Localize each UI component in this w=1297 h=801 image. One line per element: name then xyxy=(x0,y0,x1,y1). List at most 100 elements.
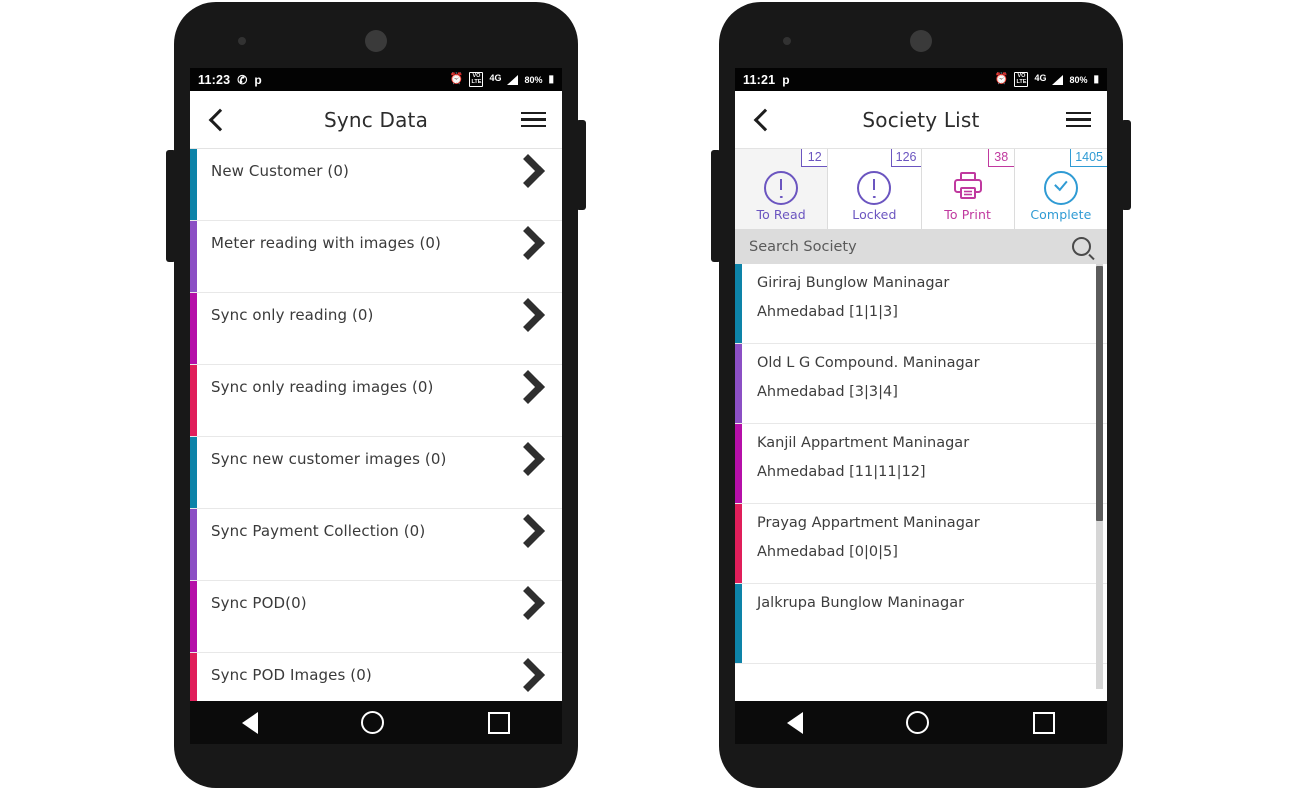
society-list-item[interactable]: Old L G Compound. Maninagar Ahmedabad [3|… xyxy=(735,344,1107,424)
signal-icon xyxy=(507,74,519,85)
volte-icon: VO LTE xyxy=(1014,72,1029,87)
society-location-counts: Ahmedabad [0|0|5] xyxy=(757,544,898,560)
row-accent-bar xyxy=(735,264,742,343)
status-bar-left: 11:23 ✆ р ⏰ VO LTE 4G 80% ▮ xyxy=(190,68,562,91)
status-time: 11:21 xyxy=(743,72,776,87)
tab-to-read[interactable]: 12 To Read xyxy=(735,149,829,229)
tab-label: Locked xyxy=(852,207,897,222)
paytm-icon: р xyxy=(782,72,790,87)
chevron-right-icon[interactable] xyxy=(511,370,545,404)
screen-left: 11:23 ✆ р ⏰ VO LTE 4G 80% ▮ Sync Data Ne… xyxy=(190,68,562,723)
page-title: Society List xyxy=(862,107,980,132)
society-name: Old L G Compound. Maninagar xyxy=(757,355,980,371)
signal-icon xyxy=(1052,74,1064,85)
chevron-right-icon[interactable] xyxy=(511,586,545,620)
screen-right: 11:21 р ⏰ VO LTE 4G 80% ▮ Society List 1… xyxy=(735,68,1107,723)
chevron-right-icon[interactable] xyxy=(511,658,545,692)
row-accent-bar xyxy=(735,424,742,503)
network-type-label: 4G xyxy=(489,72,502,83)
tab-count-badge: 38 xyxy=(987,149,1014,167)
tab-label: Complete xyxy=(1030,207,1092,222)
row-accent-bar xyxy=(735,584,742,663)
society-list-item[interactable]: Giriraj Bunglow Maninagar Ahmedabad [1|1|… xyxy=(735,264,1107,344)
earpiece-camera xyxy=(910,30,932,52)
tab-count-badge: 126 xyxy=(890,149,921,167)
sync-data-list[interactable]: New Customer (0) Meter reading with image… xyxy=(190,149,562,723)
society-list[interactable]: Giriraj Bunglow Maninagar Ahmedabad [1|1|… xyxy=(735,264,1107,689)
society-list-item[interactable]: Jalkrupa Bunglow Maninagar xyxy=(735,584,1107,664)
earpiece-camera xyxy=(365,30,387,52)
society-item-body: Giriraj Bunglow Maninagar Ahmedabad [1|1|… xyxy=(742,264,949,343)
alarm-icon: ⏰ xyxy=(449,73,464,85)
proximity-sensor xyxy=(238,37,246,45)
nav-recents-icon[interactable] xyxy=(1033,711,1056,734)
nav-home-icon[interactable] xyxy=(906,711,930,734)
society-name: Prayag Appartment Maninagar xyxy=(757,515,980,531)
search-icon[interactable] xyxy=(1072,237,1091,256)
hamburger-menu-icon[interactable] xyxy=(1066,111,1091,128)
sync-list-item[interactable]: New Customer (0) xyxy=(190,149,562,221)
tab-locked[interactable]: 126 Locked xyxy=(828,149,922,229)
tab-count-badge: 1405 xyxy=(1070,149,1107,167)
sync-item-label: Sync Payment Collection (0) xyxy=(211,522,426,540)
screenshot-stage: 11:23 ✆ р ⏰ VO LTE 4G 80% ▮ Sync Data Ne… xyxy=(0,0,1297,801)
sync-list-item[interactable]: Sync only reading images (0) xyxy=(190,365,562,437)
battery-icon: ▮ xyxy=(1093,73,1099,85)
volte-icon: VO LTE xyxy=(469,72,484,87)
sync-item-label: New Customer (0) xyxy=(211,162,349,180)
search-input[interactable] xyxy=(747,237,1072,256)
sync-list-item[interactable]: Sync POD(0) xyxy=(190,581,562,653)
sync-list-item[interactable]: Sync Payment Collection (0) xyxy=(190,509,562,581)
nav-home-icon[interactable] xyxy=(361,711,385,734)
android-nav-bar-left xyxy=(190,701,562,744)
chevron-right-icon[interactable] xyxy=(511,154,545,188)
back-chevron-icon[interactable] xyxy=(753,108,777,131)
society-list-item[interactable]: Prayag Appartment Maninagar Ahmedabad [0|… xyxy=(735,504,1107,584)
scrollbar-thumb[interactable] xyxy=(1096,266,1103,521)
row-accent-bar xyxy=(735,344,742,423)
nav-recents-icon[interactable] xyxy=(488,711,511,734)
tab-count-badge: 12 xyxy=(801,149,828,167)
sync-list-item[interactable]: Sync new customer images (0) xyxy=(190,437,562,509)
society-name: Giriraj Bunglow Maninagar xyxy=(757,275,950,291)
sync-item-label: Sync new customer images (0) xyxy=(211,450,447,468)
battery-percent-label: 80% xyxy=(524,74,543,85)
status-time: 11:23 xyxy=(198,72,231,87)
power-button-right[interactable] xyxy=(1121,120,1131,210)
power-button-left[interactable] xyxy=(576,120,586,210)
society-list-item[interactable]: Kanjil Appartment Maninagar Ahmedabad [11… xyxy=(735,424,1107,504)
chevron-right-icon[interactable] xyxy=(511,298,545,332)
tab-label: To Print xyxy=(944,207,991,222)
tab-complete[interactable]: 1405 Complete xyxy=(1014,149,1107,229)
status-filter-tabs[interactable]: 12 To Read 126 Locked 38 To Print 1405 Complete xyxy=(735,149,1107,229)
nav-back-icon[interactable] xyxy=(786,711,803,734)
page-title: Sync Data xyxy=(323,107,429,132)
network-type-label: 4G xyxy=(1034,72,1047,83)
hamburger-menu-icon[interactable] xyxy=(521,111,546,128)
row-accent-bar xyxy=(190,221,197,292)
nav-back-icon[interactable] xyxy=(241,711,258,734)
tab-label: To Read xyxy=(756,207,806,222)
proximity-sensor xyxy=(783,37,791,45)
volume-button-right[interactable] xyxy=(711,150,721,262)
row-accent-bar xyxy=(190,437,197,508)
search-society-bar[interactable] xyxy=(735,229,1107,264)
battery-percent-label: 80% xyxy=(1069,74,1088,85)
society-location-counts: Ahmedabad [1|1|3] xyxy=(757,304,898,320)
app-bar-right: Society List xyxy=(735,91,1107,149)
whatsapp-icon: ✆ xyxy=(237,72,248,87)
volume-button-left[interactable] xyxy=(166,150,176,262)
chevron-right-icon[interactable] xyxy=(511,226,545,260)
sync-item-label: Sync only reading (0) xyxy=(211,306,374,324)
chevron-right-icon[interactable] xyxy=(511,514,545,548)
society-item-body: Jalkrupa Bunglow Maninagar xyxy=(742,584,964,663)
back-chevron-icon[interactable] xyxy=(208,108,232,131)
tab-to-print[interactable]: 38 To Print xyxy=(921,149,1015,229)
paytm-icon: р xyxy=(254,72,262,87)
sync-list-item[interactable]: Sync only reading (0) xyxy=(190,293,562,365)
chevron-right-icon[interactable] xyxy=(511,442,545,476)
phone-device-right: 11:21 р ⏰ VO LTE 4G 80% ▮ Society List 1… xyxy=(711,2,1131,788)
row-accent-bar xyxy=(190,293,197,364)
sync-list-item[interactable]: Meter reading with images (0) xyxy=(190,221,562,293)
sync-item-label: Sync POD Images (0) xyxy=(211,666,372,684)
